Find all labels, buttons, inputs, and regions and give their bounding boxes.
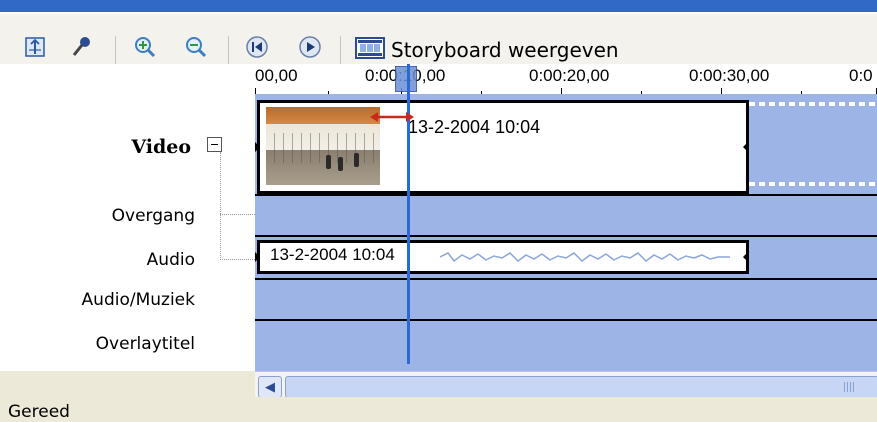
audio-levels-icon xyxy=(70,36,92,62)
track-label-audio: Audio xyxy=(146,250,195,270)
track-divider xyxy=(255,235,877,237)
collapse-video-track-button[interactable] xyxy=(207,137,222,152)
tree-connector xyxy=(220,259,255,260)
track-divider xyxy=(255,278,877,280)
video-clip-title: 13-2-2004 10:04 xyxy=(408,117,541,137)
timeline-toolbar: Storyboard weergeven xyxy=(0,14,877,64)
narrate-timeline-button[interactable] xyxy=(22,36,48,62)
next-clip-placeholder xyxy=(749,98,877,190)
rewind-icon xyxy=(245,35,269,63)
clip-start-trim-handle[interactable] xyxy=(255,141,260,153)
track-label-video: Video xyxy=(131,136,191,158)
audio-start-trim-handle[interactable] xyxy=(255,251,260,263)
status-text: Gereed xyxy=(8,402,70,422)
zoom-in-button[interactable] xyxy=(132,36,158,62)
ruler-label: 0:0 xyxy=(849,66,873,85)
toolbar-separator xyxy=(115,36,116,64)
horizontal-scrollbar[interactable]: ◀ xyxy=(255,371,877,398)
play-icon xyxy=(298,35,322,63)
status-bar: Gereed xyxy=(0,397,877,422)
toolbar-separator xyxy=(228,36,229,64)
playhead-line[interactable] xyxy=(407,64,410,364)
ruler-label: 00,00 xyxy=(255,66,298,85)
zoom-in-icon xyxy=(133,35,157,63)
timeline-narration-icon xyxy=(24,36,46,62)
audio-end-trim-handle[interactable] xyxy=(743,251,749,263)
window-top-bar xyxy=(0,0,877,14)
zoom-out-icon xyxy=(184,35,208,63)
audio-clip-title: 13-2-2004 10:04 xyxy=(270,245,395,264)
timeline-area[interactable]: 13-2-2004 10:04 13-2-2004 10:04 xyxy=(255,94,877,371)
video-clip[interactable]: 13-2-2004 10:04 xyxy=(255,100,749,194)
video-clip-thumbnail xyxy=(266,107,380,185)
track-divider xyxy=(255,194,877,196)
ruler-label: 0:00:20,00 xyxy=(529,66,610,85)
storyboard-icon xyxy=(355,36,385,64)
track-label-overlay-title: Overlaytitel xyxy=(95,334,195,354)
audio-clip[interactable]: 13-2-2004 10:04 xyxy=(255,240,749,274)
scroll-left-button[interactable]: ◀ xyxy=(258,376,282,398)
zoom-out-button[interactable] xyxy=(183,36,209,62)
storyboard-view-label: Storyboard weergeven xyxy=(391,38,619,62)
ruler-label: 0:00:30,00 xyxy=(689,66,770,85)
audio-waveform xyxy=(440,252,730,263)
trim-arrow-icon xyxy=(370,112,414,122)
scrollbar-thumb[interactable] xyxy=(285,376,877,398)
audio-levels-button[interactable] xyxy=(68,36,94,62)
track-divider xyxy=(255,319,877,321)
tree-connector xyxy=(220,152,221,260)
track-labels-panel: Video Overgang Audio Audio/Muziek Overla… xyxy=(0,64,255,371)
time-ruler[interactable]: 00,00 0:00:10,00 0:00:20,00 0:00:30,00 0… xyxy=(255,64,877,95)
rewind-button[interactable] xyxy=(244,36,270,62)
track-label-transition: Overgang xyxy=(111,206,195,226)
play-button[interactable] xyxy=(297,36,323,62)
storyboard-view-button[interactable]: Storyboard weergeven xyxy=(355,36,619,64)
tree-connector xyxy=(220,214,255,215)
track-label-audio-music: Audio/Muziek xyxy=(81,290,195,310)
scrollbar-grip xyxy=(844,382,854,392)
playhead-handle[interactable] xyxy=(395,66,417,92)
toolbar-separator xyxy=(340,36,341,64)
chevron-left-icon: ◀ xyxy=(265,379,275,395)
